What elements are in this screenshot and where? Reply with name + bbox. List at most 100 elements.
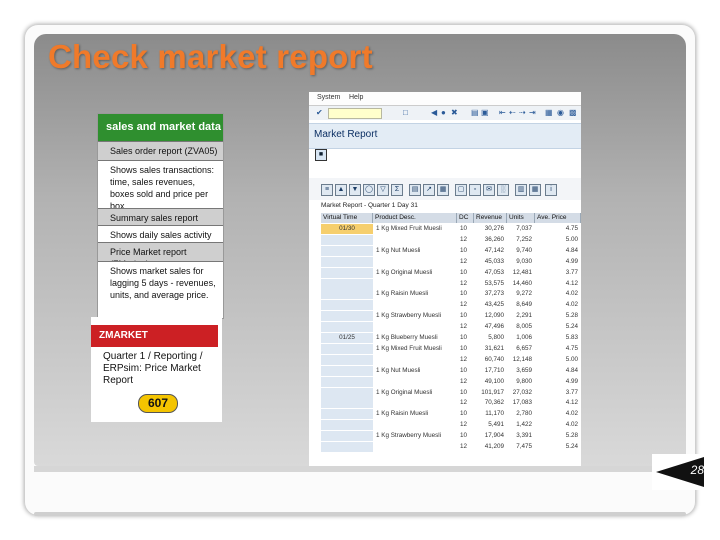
cell-price[interactable]: 4.12 <box>535 279 581 289</box>
cell-time[interactable] <box>321 388 373 398</box>
cell-units[interactable]: 17,083 <box>507 398 535 408</box>
cell-revenue[interactable]: 47,142 <box>474 246 507 256</box>
spreadsheet-icon[interactable]: ▦ <box>437 184 449 196</box>
cell-price[interactable]: 5.00 <box>535 235 581 245</box>
last-page-icon[interactable]: ⇥ <box>529 108 536 118</box>
cell-dc[interactable]: 12 <box>457 300 474 310</box>
table-row[interactable]: 1 Kg Strawberry Muesli 10 17,904 3,391 5.28 <box>321 431 581 442</box>
find-alv-icon[interactable]: ◯ <box>363 184 375 196</box>
cell-units[interactable]: 6,657 <box>507 344 535 354</box>
cell-time[interactable] <box>321 398 373 408</box>
cell-price[interactable]: 4.02 <box>535 409 581 419</box>
cell-product[interactable] <box>373 257 457 267</box>
cell-dc[interactable]: 10 <box>457 366 474 376</box>
command-field[interactable] <box>328 108 382 119</box>
local-file-icon[interactable]: ▫ <box>469 184 481 196</box>
cell-product[interactable]: 1 Kg Nut Muesli <box>373 246 457 256</box>
cell-dc[interactable]: 10 <box>457 431 474 441</box>
cell-price[interactable]: 4.12 <box>535 398 581 408</box>
execute-icon[interactable]: ■ <box>315 149 327 161</box>
prev-page-icon[interactable]: ⇠ <box>509 108 516 118</box>
cell-dc[interactable]: 12 <box>457 355 474 365</box>
cell-price[interactable]: 4.99 <box>535 257 581 267</box>
cell-revenue[interactable]: 70,362 <box>474 398 507 408</box>
cell-dc[interactable]: 12 <box>457 420 474 430</box>
table-row[interactable]: 1 Kg Nut Muesli 10 17,710 3,659 4.84 <box>321 365 581 376</box>
table-row[interactable]: 1 Kg Nut Muesli 10 47,142 9,740 4.84 <box>321 245 581 256</box>
cell-revenue[interactable]: 53,575 <box>474 279 507 289</box>
cell-price[interactable]: 4.02 <box>535 420 581 430</box>
cell-revenue[interactable]: 5,491 <box>474 420 507 430</box>
cell-revenue[interactable]: 45,033 <box>474 257 507 267</box>
cell-product[interactable] <box>373 322 457 332</box>
column-header-virtual-time[interactable]: Virtual Time <box>321 213 373 223</box>
table-row[interactable]: 01/25 1 Kg Blueberry Muesli 10 5,800 1,006 5.… <box>321 333 581 343</box>
cell-units[interactable]: 12,148 <box>507 355 535 365</box>
cell-units[interactable]: 7,475 <box>507 442 535 452</box>
cell-time[interactable] <box>321 355 373 365</box>
cell-product[interactable]: 1 Kg Strawberry Muesli <box>373 431 457 441</box>
cell-time[interactable] <box>321 366 373 376</box>
cell-time[interactable]: 01/25 <box>321 333 373 343</box>
cancel-icon[interactable]: ✖ <box>451 108 458 118</box>
cell-revenue[interactable]: 17,904 <box>474 431 507 441</box>
cell-dc[interactable]: 10 <box>457 388 474 398</box>
cell-dc[interactable]: 10 <box>457 289 474 299</box>
cell-revenue[interactable]: 36,260 <box>474 235 507 245</box>
cell-product[interactable] <box>373 420 457 430</box>
cell-dc[interactable]: 10 <box>457 246 474 256</box>
cell-time[interactable] <box>321 289 373 299</box>
cell-product[interactable]: 1 Kg Nut Muesli <box>373 366 457 376</box>
cell-product[interactable] <box>373 279 457 289</box>
cell-revenue[interactable]: 47,496 <box>474 322 507 332</box>
first-page-icon[interactable]: ⇤ <box>499 108 506 118</box>
help-icon[interactable]: ◉ <box>557 108 564 118</box>
print-icon[interactable]: ▤ <box>471 108 479 118</box>
menu-help[interactable]: Help <box>349 94 363 101</box>
cell-product[interactable]: 1 Kg Mixed Fruit Muesli <box>373 224 457 234</box>
cell-product[interactable]: 1 Kg Original Muesli <box>373 268 457 278</box>
cell-product[interactable]: 1 Kg Blueberry Muesli <box>373 333 457 343</box>
cell-dc[interactable]: 12 <box>457 377 474 387</box>
export-icon[interactable]: ↗ <box>423 184 435 196</box>
cell-revenue[interactable]: 41,209 <box>474 442 507 452</box>
cell-units[interactable]: 12,481 <box>507 268 535 278</box>
column-header-product[interactable]: Product Desc. <box>373 213 457 223</box>
cell-price[interactable]: 4.75 <box>535 224 581 234</box>
cell-units[interactable]: 1,006 <box>507 333 535 343</box>
cell-product[interactable] <box>373 235 457 245</box>
cell-price[interactable]: 5.28 <box>535 431 581 441</box>
table-row[interactable]: 1 Kg Raisin Muesli 10 37,273 9,272 4.02 <box>321 289 581 300</box>
cell-units[interactable]: 2,291 <box>507 311 535 321</box>
cell-time[interactable] <box>321 377 373 387</box>
cell-revenue[interactable]: 49,100 <box>474 377 507 387</box>
layout-icon[interactable]: ▩ <box>569 108 577 118</box>
info-icon[interactable]: i <box>545 184 557 196</box>
cell-dc[interactable]: 12 <box>457 257 474 267</box>
cell-price[interactable]: 5.28 <box>535 311 581 321</box>
cell-price[interactable]: 4.84 <box>535 366 581 376</box>
cell-units[interactable]: 9,740 <box>507 246 535 256</box>
graphic-icon[interactable]: ░ <box>497 184 509 196</box>
select-layout-icon[interactable]: ▦ <box>529 184 541 196</box>
cell-units[interactable]: 9,030 <box>507 257 535 267</box>
sort-ascending-icon[interactable]: ▲ <box>335 184 347 196</box>
table-row[interactable]: 12 49,100 9,800 4.99 <box>321 376 581 387</box>
column-header-dc[interactable]: DC <box>457 213 474 223</box>
cell-units[interactable]: 2,780 <box>507 409 535 419</box>
cell-product[interactable] <box>373 355 457 365</box>
cell-time[interactable] <box>321 300 373 310</box>
cell-dc[interactable]: 10 <box>457 409 474 419</box>
table-row[interactable]: 1 Kg Raisin Muesli 10 11,170 2,780 4.02 <box>321 409 581 420</box>
next-page-icon[interactable]: ⇢ <box>519 108 526 118</box>
cell-revenue[interactable]: 30,276 <box>474 224 507 234</box>
cell-time[interactable]: 01/30 <box>321 224 373 234</box>
cell-product[interactable]: 1 Kg Mixed Fruit Muesli <box>373 344 457 354</box>
cell-units[interactable]: 3,391 <box>507 431 535 441</box>
cell-time[interactable] <box>321 268 373 278</box>
cell-time[interactable] <box>321 279 373 289</box>
table-row[interactable]: 12 5,491 1,422 4.02 <box>321 420 581 431</box>
table-row[interactable]: 12 45,033 9,030 4.99 <box>321 256 581 267</box>
cell-revenue[interactable]: 31,621 <box>474 344 507 354</box>
table-row[interactable]: 12 36,260 7,252 5.00 <box>321 234 581 245</box>
